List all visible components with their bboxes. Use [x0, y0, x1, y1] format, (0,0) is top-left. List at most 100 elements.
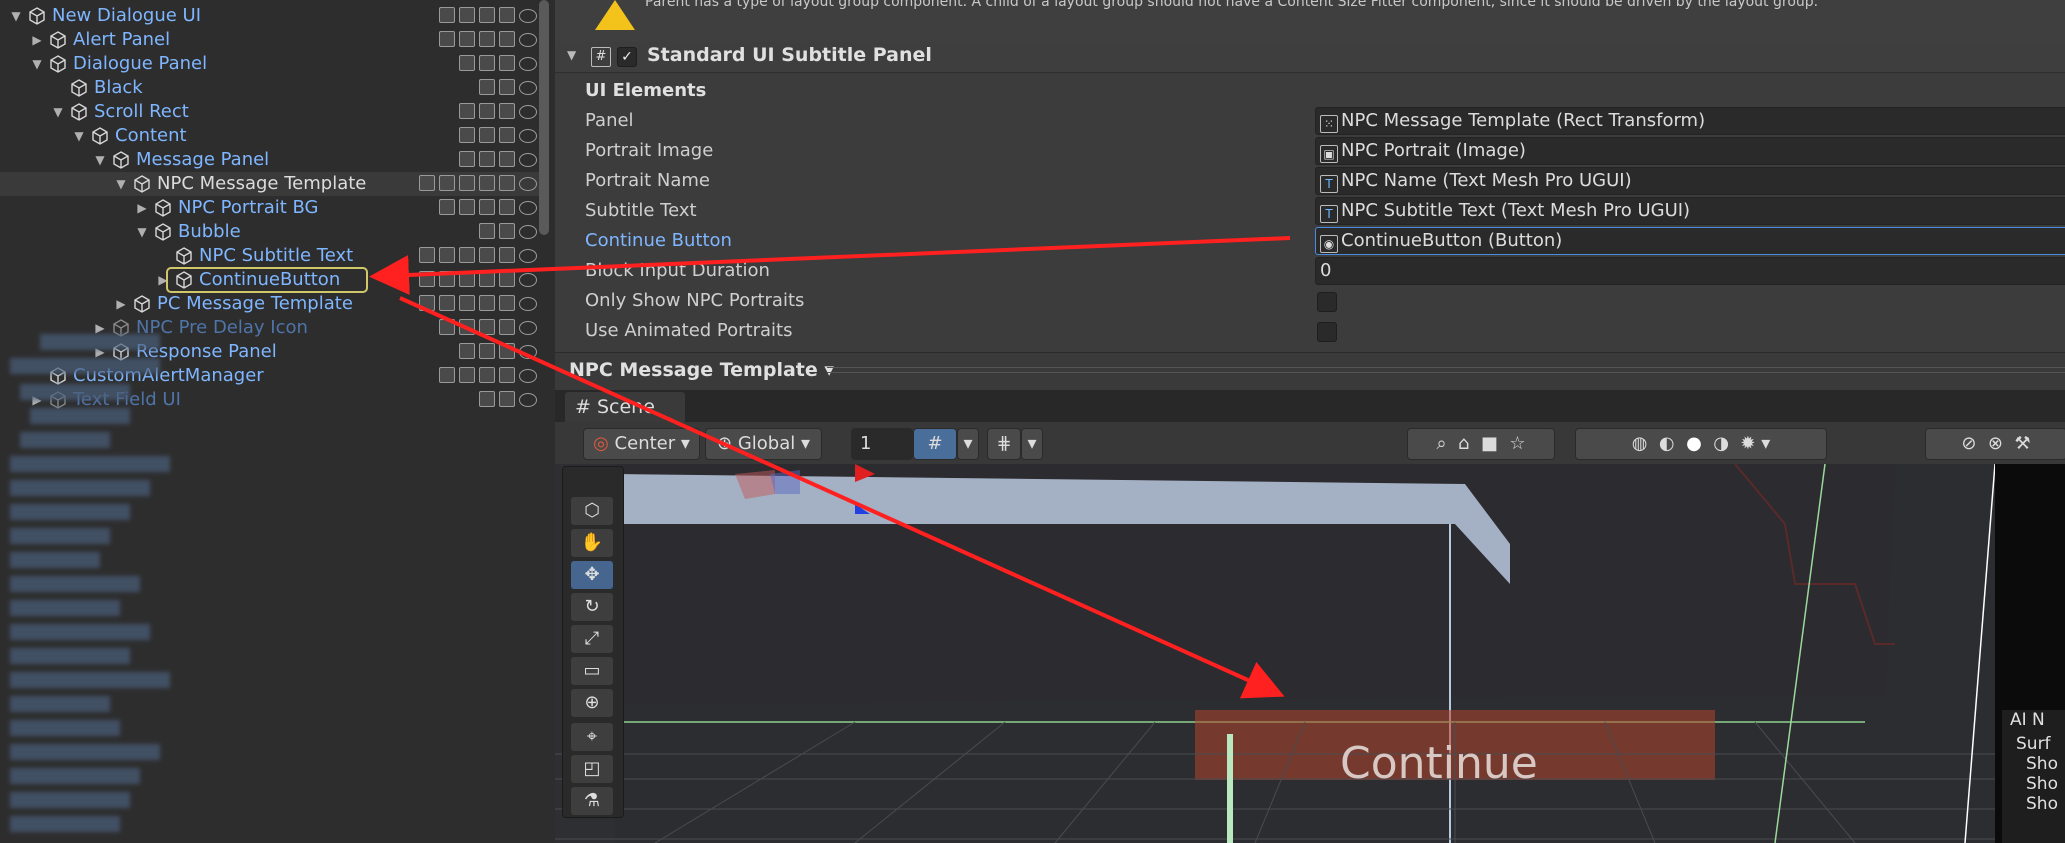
visibility-eye-icon[interactable]: [519, 297, 537, 311]
visibility-eye-icon[interactable]: [519, 369, 537, 383]
rotate-tool-icon[interactable]: ↻: [571, 593, 613, 621]
visibility-eye-icon[interactable]: [519, 273, 537, 287]
gizmos-icon[interactable]: ⚒: [2014, 433, 2030, 454]
foldout-open-icon[interactable]: ▼: [92, 152, 108, 168]
scale-tool-icon[interactable]: ⤢: [571, 625, 613, 653]
property-value: NPC Subtitle Text (Text Mesh Pro UGUI): [1341, 200, 1691, 221]
component-icon: [459, 7, 475, 23]
redacted-row: [20, 384, 130, 400]
visibility-eye-icon[interactable]: [519, 321, 537, 335]
visibility-eye-icon[interactable]: [519, 393, 537, 407]
visibility-eye-icon[interactable]: [519, 177, 537, 191]
hierarchy-row[interactable]: ▼ Bubble: [0, 220, 545, 244]
hierarchy-row[interactable]: ▶ Alert Panel: [0, 28, 545, 52]
camera-icon[interactable]: ■: [1481, 433, 1498, 454]
hidden-icon[interactable]: ⊗: [1988, 433, 2003, 454]
component-header[interactable]: ▼ # ✓ Standard UI Subtitle Panel: [555, 42, 2065, 73]
property-field[interactable]: ◉ ContinueButton (Button): [1315, 227, 2065, 255]
space-dropdown[interactable]: ⊕ Global ▾: [705, 428, 822, 460]
visibility-eye-icon[interactable]: [519, 105, 537, 119]
chevron-down-icon[interactable]: ▾: [957, 428, 979, 460]
visibility-eye-icon[interactable]: [519, 153, 537, 167]
star-icon[interactable]: ☆: [1509, 433, 1525, 454]
property-field[interactable]: T NPC Name (Text Mesh Pro UGUI): [1315, 167, 2065, 195]
property-field[interactable]: ▣ NPC Portrait (Image): [1315, 137, 2065, 165]
wireframe-icon[interactable]: ◍: [1632, 433, 1648, 454]
scene-canvas[interactable]: [555, 464, 2065, 843]
debug-icon[interactable]: ✹: [1740, 433, 1755, 454]
grid-snap-input[interactable]: 1: [851, 428, 913, 460]
lit-icon[interactable]: ●: [1686, 433, 1702, 454]
foldout-closed-icon[interactable]: ▶: [113, 296, 129, 312]
search-icon[interactable]: ⌕: [1436, 433, 1446, 454]
property-checkbox[interactable]: [1317, 322, 1337, 342]
hierarchy-scrollbar[interactable]: [539, 0, 549, 235]
script-icon: #: [591, 47, 611, 67]
visibility-eye-icon[interactable]: [519, 129, 537, 143]
foldout-arrow-icon[interactable]: ▼: [567, 48, 576, 62]
component-icons: [459, 103, 537, 121]
visibility-eye-icon[interactable]: [519, 57, 537, 71]
object-title-dropdown[interactable]: NPC Message Template ▾: [569, 359, 834, 381]
tab-scene[interactable]: # Scene: [565, 392, 685, 422]
hierarchy-row[interactable]: ▼ NPC Message Template: [0, 172, 545, 196]
ai-nav-surface: Surf: [2016, 734, 2051, 754]
visibility-eye-icon[interactable]: [519, 201, 537, 215]
foldout-open-icon[interactable]: ▼: [134, 224, 150, 240]
hierarchy-row[interactable]: ▼ New Dialogue UI: [0, 4, 545, 28]
foldout-closed-icon[interactable]: ▶: [155, 272, 171, 288]
scene-view[interactable]: Continue AI N Surf Sho Sho Sho: [555, 464, 2065, 843]
hierarchy-row[interactable]: ▶ ContinueButton: [0, 268, 545, 292]
camera-move-icon[interactable]: ⌂: [1458, 433, 1469, 454]
property-field[interactable]: ⁙ NPC Message Template (Rect Transform): [1315, 107, 2065, 135]
hierarchy-row[interactable]: ▼ Message Panel: [0, 148, 545, 172]
component-enabled-checkbox[interactable]: ✓: [617, 47, 637, 67]
property-label: Portrait Name: [585, 170, 710, 191]
foldout-open-icon[interactable]: ▼: [8, 8, 24, 24]
pivot-dropdown[interactable]: ◎ Center ▾: [583, 428, 700, 460]
visibility-eye-icon[interactable]: [519, 225, 537, 239]
hierarchy-row[interactable]: ▼ Content: [0, 124, 545, 148]
foldout-closed-icon[interactable]: ▶: [29, 32, 45, 48]
chevron-down-icon[interactable]: ▾: [1021, 428, 1043, 460]
move-tool-icon[interactable]: ✥: [571, 561, 613, 589]
visibility-eye-icon[interactable]: [519, 249, 537, 263]
view-cube-icon[interactable]: ⬡: [571, 497, 613, 525]
foldout-open-icon[interactable]: ▼: [71, 128, 87, 144]
hierarchy-row[interactable]: NPC Subtitle Text: [0, 244, 545, 268]
property-field[interactable]: T NPC Subtitle Text (Text Mesh Pro UGUI): [1315, 197, 2065, 225]
property-checkbox[interactable]: [1317, 292, 1337, 312]
foldout-open-icon[interactable]: ▼: [29, 56, 45, 72]
visibility-eye-icon[interactable]: [519, 345, 537, 359]
grid-toggle-icon[interactable]: #: [913, 428, 957, 460]
ai-nav-item[interactable]: Sho: [2002, 754, 2065, 774]
hierarchy-row[interactable]: Black: [0, 76, 545, 100]
custom-tool-icon[interactable]: ⌖: [571, 723, 613, 751]
hierarchy-row[interactable]: ▶ PC Message Template: [0, 292, 545, 316]
shaded-icon[interactable]: ◐: [1659, 433, 1675, 454]
component-icon: [459, 127, 475, 143]
probe-tool-icon[interactable]: ⚗: [571, 787, 613, 815]
foldout-closed-icon[interactable]: ▶: [134, 200, 150, 216]
sky-icon[interactable]: ◑: [1713, 433, 1729, 454]
transform-tool-icon[interactable]: ⊕: [571, 689, 613, 717]
visibility-eye-icon[interactable]: [519, 81, 537, 95]
hierarchy-row[interactable]: ▼ Scroll Rect: [0, 100, 545, 124]
visibility-eye-icon[interactable]: [519, 9, 537, 23]
gameobject-cube-icon: [70, 103, 88, 121]
effects-icon[interactable]: ⊘: [1961, 433, 1976, 454]
rect-tool-icon[interactable]: ▭: [571, 657, 613, 685]
redacted-row: [10, 672, 170, 688]
hand-tool-icon[interactable]: ✋: [571, 529, 613, 557]
build-tool-icon[interactable]: ◰: [571, 755, 613, 783]
ai-nav-item[interactable]: Sho: [2002, 794, 2065, 814]
ai-navigation-overlay[interactable]: AI N Surf Sho Sho Sho: [2002, 710, 2065, 843]
ai-nav-item[interactable]: Sho: [2002, 774, 2065, 794]
property-field[interactable]: 0: [1315, 257, 2065, 285]
hierarchy-row[interactable]: ▶ NPC Portrait BG: [0, 196, 545, 220]
snap-icon[interactable]: ⋕: [987, 428, 1021, 460]
visibility-eye-icon[interactable]: [519, 33, 537, 47]
hierarchy-row[interactable]: ▼ Dialogue Panel: [0, 52, 545, 76]
foldout-open-icon[interactable]: ▼: [113, 176, 129, 192]
foldout-open-icon[interactable]: ▼: [50, 104, 66, 120]
